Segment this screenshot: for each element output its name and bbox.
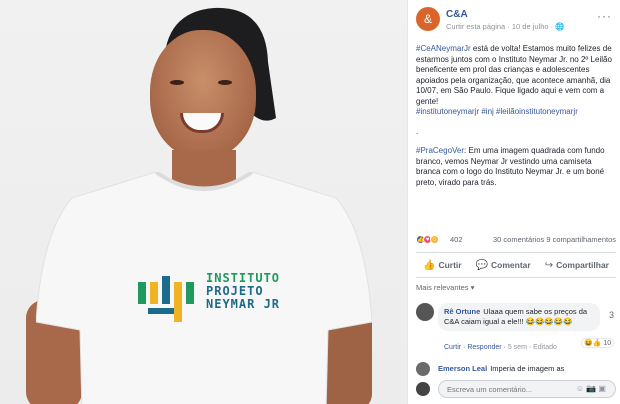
shares-count-link[interactable]: 9 compartilhamentos — [546, 235, 616, 244]
comment-button[interactable]: 💬 Comentar — [476, 260, 531, 271]
instituto-logo-mark — [138, 276, 194, 322]
page-name-link[interactable]: C&A — [446, 9, 468, 20]
post-dot: . — [416, 126, 419, 136]
post-text: #CeANeymarJr está de volta! Estamos muit… — [416, 44, 616, 197]
comment-reactions-badge[interactable]: 😆👍 10 — [582, 339, 614, 347]
comment-composer: ☺ 📷 ▣ — [416, 380, 616, 400]
post-actions-bar: 👍 Curtir 💬 Comentar ↪ Compartilhar — [416, 252, 616, 278]
left-eye — [170, 80, 184, 85]
facebook-photo-viewer: INSTITUTO PROJETO NEYMAR JR & C&A Curtir… — [0, 0, 620, 404]
share-label: Compartilhar — [556, 260, 609, 270]
commenter-avatar[interactable] — [416, 303, 434, 321]
hashtag-links[interactable]: #institutoneymarjr #inj #leilãoinstituto… — [416, 107, 616, 118]
comments-filter-dropdown[interactable]: Mais relevantes ▾ — [416, 283, 474, 292]
comment-reply-link[interactable]: Responder — [467, 344, 501, 351]
post-paragraph-2: #PraCegoVer: Em uma imagem quadrada com … — [416, 146, 616, 188]
comment-bracket-count: 3 — [608, 310, 614, 320]
hashtag-link[interactable]: #CeANeymarJr — [416, 44, 471, 53]
comment-author-link[interactable]: Emerson Leal — [438, 364, 487, 373]
post-body-1: está de volta! Estamos muito felizes de … — [416, 44, 612, 106]
comment-item: Rê Ortune Ulaaa quem sabe os preços da C&… — [416, 303, 616, 359]
comment-snippet: Emerson Leal Imperia de imagem as — [438, 364, 564, 373]
face — [150, 30, 256, 158]
haha-reaction-icon: ☺ — [430, 235, 439, 244]
user-avatar — [416, 382, 430, 396]
comment-author-link[interactable]: Rê Ortune — [444, 307, 480, 316]
page-avatar[interactable]: & — [416, 7, 440, 31]
more-options-icon[interactable]: ··· — [597, 9, 612, 23]
like-button[interactable]: 👍 Curtir — [423, 260, 462, 271]
thumbs-up-icon: 👍 — [422, 259, 436, 271]
share-button[interactable]: ↪ Compartilhar — [545, 260, 609, 271]
comment-like-link[interactable]: Curtir — [444, 344, 461, 351]
instituto-logo-text: INSTITUTO PROJETO NEYMAR JR — [206, 272, 280, 311]
right-eye — [218, 80, 232, 85]
logo-line-3: NEYMAR JR — [206, 297, 281, 311]
comment-actions: Curtir · Responder · 5 sem · Editado — [444, 344, 557, 351]
comments-shares: 30 comentários 9 compartilhamentos — [493, 235, 616, 244]
post-stats: 👍♥ ☺ 402 30 comentários 9 compartilhament… — [416, 234, 616, 246]
post-header: & C&A Curtir esta página · 10 de julho ·… — [416, 7, 616, 37]
comments-count-link[interactable]: 30 comentários — [493, 235, 544, 244]
comment-bubble: Rê Ortune Ulaaa quem sabe os preços da C&… — [438, 303, 600, 331]
reaction-icons[interactable]: 👍♥ ☺ — [416, 234, 439, 244]
speech-bubble-icon: 💬 — [475, 259, 489, 271]
commenter-avatar[interactable] — [416, 362, 430, 376]
share-arrow-icon: ↪ — [544, 259, 554, 271]
comment-label: Comentar — [491, 260, 531, 270]
pracegover-link[interactable]: #PraCegoVer — [416, 146, 464, 155]
tshirt-shape — [36, 172, 372, 404]
post-meta[interactable]: Curtir esta página · 10 de julho · 🌐 — [446, 22, 565, 31]
comment-time[interactable]: 5 sem — [508, 344, 527, 351]
comment-edited[interactable]: Editado — [533, 344, 557, 351]
composer-icons[interactable]: ☺ 📷 ▣ — [576, 384, 606, 393]
reaction-count[interactable]: 402 — [450, 235, 463, 244]
post-side-panel: & C&A Curtir esta página · 10 de julho ·… — [407, 0, 620, 404]
post-paragraph-1: #CeANeymarJr está de volta! Estamos muit… — [416, 44, 616, 118]
comment-text: Imperia de imagem as — [490, 364, 565, 373]
post-photo[interactable]: INSTITUTO PROJETO NEYMAR JR — [0, 0, 407, 404]
comment-item: Emerson Leal Imperia de imagem as — [416, 362, 616, 376]
like-label: Curtir — [438, 260, 462, 270]
